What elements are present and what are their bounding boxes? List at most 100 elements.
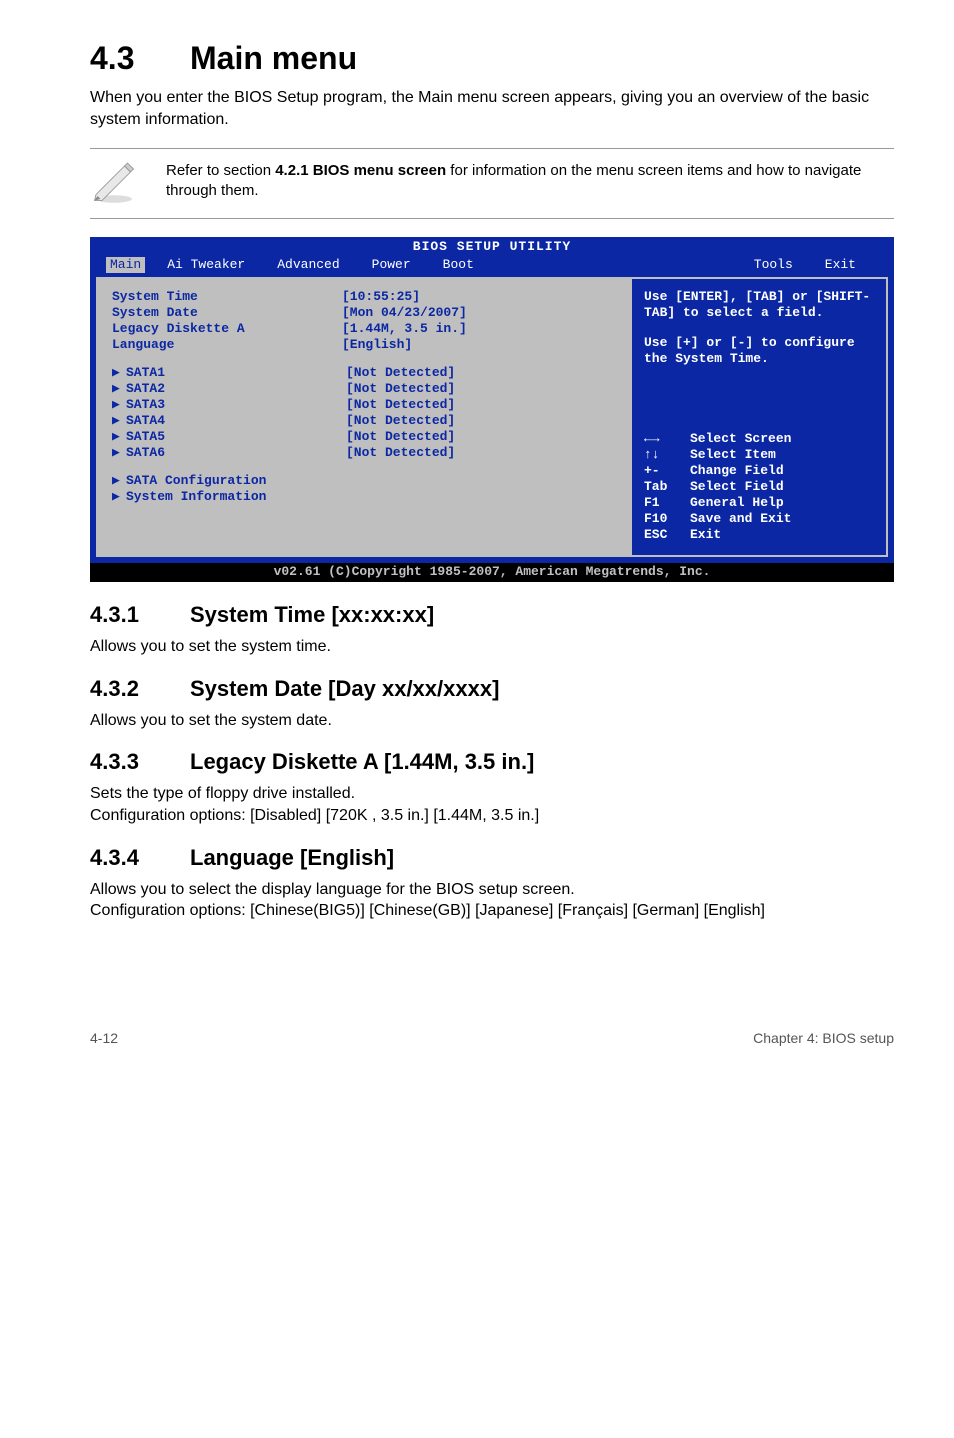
bios-tab-exit[interactable]: Exit (815, 257, 866, 273)
bios-value: [10:55:25] (342, 289, 616, 305)
bios-row-sata1[interactable]: ▶SATA1[Not Detected] (112, 365, 616, 381)
bios-row-sata4[interactable]: ▶SATA4[Not Detected] (112, 413, 616, 429)
bios-row-system-date[interactable]: System Date [Mon 04/23/2007] (112, 305, 616, 321)
bios-tab-ai-tweaker[interactable]: Ai Tweaker (157, 257, 255, 273)
bios-row-language[interactable]: Language [English] (112, 337, 616, 353)
bios-label: SATA5 (126, 429, 346, 445)
bios-label: Legacy Diskette A (112, 321, 342, 337)
note-text-bold: 4.2.1 BIOS menu screen (275, 162, 446, 179)
note-box: Refer to section 4.2.1 BIOS menu screen … (90, 148, 894, 219)
bios-row-sata-config[interactable]: ▶SATA Configuration (112, 473, 616, 489)
pencil-note-icon (90, 157, 166, 210)
bios-label: SATA6 (126, 445, 346, 461)
note-text: Refer to section 4.2.1 BIOS menu screen … (166, 157, 894, 202)
bios-value: [Not Detected] (346, 397, 616, 413)
legend-key: ↑↓ (644, 447, 690, 463)
paragraph: Configuration options: [Disabled] [720K … (90, 805, 894, 827)
bios-row-sata3[interactable]: ▶SATA3[Not Detected] (112, 397, 616, 413)
bios-value: [1.44M, 3.5 in.] (342, 321, 616, 337)
legend-row: ESCExit (644, 527, 874, 543)
legend-action: Select Item (690, 447, 776, 463)
bios-value: [Not Detected] (346, 413, 616, 429)
bios-value: [Not Detected] (346, 365, 616, 381)
page-footer: 4-12 Chapter 4: BIOS setup (0, 970, 954, 1066)
paragraph: Allows you to select the display languag… (90, 879, 894, 901)
bios-screenshot: BIOS SETUP UTILITY Main Ai Tweaker Advan… (90, 237, 894, 582)
bios-value: [Not Detected] (346, 429, 616, 445)
subsection-number: 4.3.1 (90, 602, 190, 628)
bios-row-sata5[interactable]: ▶SATA5[Not Detected] (112, 429, 616, 445)
bios-help2: Use [+] or [-] to configure the System T… (644, 335, 874, 367)
legend-action: Change Field (690, 463, 784, 479)
legend-row: +-Change Field (644, 463, 874, 479)
bios-legend: ←→Select Screen ↑↓Select Item +-Change F… (644, 431, 874, 543)
bios-copyright: v02.61 (C)Copyright 1985-2007, American … (90, 563, 894, 582)
triangle-right-icon: ▶ (112, 397, 122, 413)
bios-label: System Date (112, 305, 342, 321)
bios-value: [Not Detected] (346, 445, 616, 461)
subsection-title: System Date [Day xx/xx/xxxx] (190, 676, 499, 702)
triangle-right-icon: ▶ (112, 429, 122, 445)
page-number: 4-12 (90, 1030, 118, 1046)
bios-row-system-info[interactable]: ▶System Information (112, 489, 616, 505)
paragraph: Sets the type of floppy drive installed. (90, 783, 894, 805)
subsection-number: 4.3.2 (90, 676, 190, 702)
subsection-title: Language [English] (190, 845, 394, 871)
bios-label: SATA1 (126, 365, 346, 381)
legend-key: ESC (644, 527, 690, 543)
legend-action: Exit (690, 527, 721, 543)
bios-label: SATA3 (126, 397, 346, 413)
triangle-right-icon: ▶ (112, 445, 122, 461)
bios-tab-tools[interactable]: Tools (744, 257, 803, 273)
bios-value: [Not Detected] (346, 381, 616, 397)
bios-label: System Time (112, 289, 342, 305)
subsection-heading: 4.3.3 Legacy Diskette A [1.44M, 3.5 in.] (90, 749, 894, 775)
bios-right-panel: Use [ENTER], [TAB] or [SHIFT-TAB] to sel… (632, 277, 888, 557)
section-title: Main menu (190, 40, 357, 77)
section-number: 4.3 (90, 40, 190, 77)
bios-left-panel: System Time [10:55:25] System Date [Mon … (96, 277, 632, 557)
bios-tab-boot[interactable]: Boot (433, 257, 484, 273)
bios-tab-main[interactable]: Main (106, 257, 145, 273)
paragraph: Allows you to set the system time. (90, 636, 894, 658)
legend-row: F10Save and Exit (644, 511, 874, 527)
bios-help1: Use [ENTER], [TAB] or [SHIFT-TAB] to sel… (644, 289, 874, 321)
subsection-heading: 4.3.4 Language [English] (90, 845, 894, 871)
bios-label: System Information (126, 489, 356, 505)
bios-label: SATA4 (126, 413, 346, 429)
subsection-heading: 4.3.1 System Time [xx:xx:xx] (90, 602, 894, 628)
bios-tab-power[interactable]: Power (362, 257, 421, 273)
triangle-right-icon: ▶ (112, 489, 122, 505)
bios-row-sata6[interactable]: ▶SATA6[Not Detected] (112, 445, 616, 461)
legend-key: +- (644, 463, 690, 479)
subsection-number: 4.3.4 (90, 845, 190, 871)
triangle-right-icon: ▶ (112, 365, 122, 381)
triangle-right-icon: ▶ (112, 473, 122, 489)
bios-row-sata2[interactable]: ▶SATA2[Not Detected] (112, 381, 616, 397)
section-heading: 4.3 Main menu (90, 40, 894, 77)
legend-row: ←→Select Screen (644, 431, 874, 447)
subsection-heading: 4.3.2 System Date [Day xx/xx/xxxx] (90, 676, 894, 702)
bios-row-legacy-diskette[interactable]: Legacy Diskette A [1.44M, 3.5 in.] (112, 321, 616, 337)
bios-value: [English] (342, 337, 616, 353)
legend-row: ↑↓Select Item (644, 447, 874, 463)
bios-tab-advanced[interactable]: Advanced (267, 257, 349, 273)
bios-label: SATA Configuration (126, 473, 356, 489)
paragraph: Allows you to set the system date. (90, 710, 894, 732)
legend-action: General Help (690, 495, 784, 511)
bios-title: BIOS SETUP UTILITY (90, 237, 894, 257)
bios-menubar: Main Ai Tweaker Advanced Power Boot Tool… (90, 257, 894, 275)
legend-key: Tab (644, 479, 690, 495)
note-text-before: Refer to section (166, 162, 275, 179)
chapter-label: Chapter 4: BIOS setup (753, 1030, 894, 1046)
triangle-right-icon: ▶ (112, 413, 122, 429)
bios-label: SATA2 (126, 381, 346, 397)
legend-key: ←→ (644, 431, 690, 447)
bios-value: [Mon 04/23/2007] (342, 305, 616, 321)
legend-key: F1 (644, 495, 690, 511)
legend-action: Save and Exit (690, 511, 791, 527)
legend-row: F1General Help (644, 495, 874, 511)
subsection-title: System Time [xx:xx:xx] (190, 602, 434, 628)
bios-row-system-time[interactable]: System Time [10:55:25] (112, 289, 616, 305)
legend-row: TabSelect Field (644, 479, 874, 495)
